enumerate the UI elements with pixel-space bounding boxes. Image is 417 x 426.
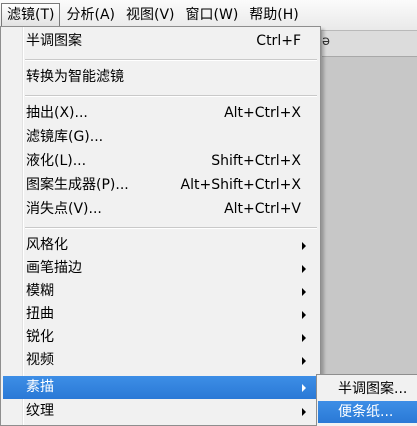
menu-item-label: 锐化 (26, 329, 54, 345)
menu-item-label: 风格化 (26, 237, 68, 253)
menu-item-sketch[interactable]: 素描 (3, 376, 318, 399)
menu-item-shortcut: Ctrl+F (256, 33, 301, 49)
menu-item-sharpen[interactable]: 锐化 (3, 326, 318, 349)
menu-item-last-filter[interactable]: 半调图案 Ctrl+F (3, 30, 318, 53)
submenu-item-label: 便条纸... (338, 404, 394, 420)
submenu-arrow-icon (302, 408, 306, 416)
menu-item-label: 转换为智能滤镜 (26, 69, 124, 85)
menu-item-liquify[interactable]: 液化(L)... Shift+Ctrl+X (3, 150, 318, 173)
menu-item-label: 图案生成器(P)... (26, 177, 129, 193)
menu-item-vanishing-point[interactable]: 消失点(V)... Alt+Ctrl+V (3, 198, 318, 221)
menu-item-label: 视频 (26, 352, 54, 368)
submenu-arrow-icon (302, 242, 306, 250)
menu-item-filter-gallery[interactable]: 滤镜库(G)... (3, 126, 318, 149)
menu-filter[interactable]: 滤镜(T) (1, 3, 61, 27)
submenu-arrow-icon (302, 334, 306, 342)
menu-window[interactable]: 窗口(W) (181, 3, 244, 27)
menu-view[interactable]: 视图(V) (121, 3, 180, 27)
filter-dropdown-menu: 半调图案 Ctrl+F 转换为智能滤镜 抽出(X)... Alt+Ctrl+X … (0, 26, 321, 426)
menu-item-label: 模糊 (26, 283, 54, 299)
menu-item-label: 消失点(V)... (26, 201, 102, 217)
menu-item-label: 半调图案 (26, 33, 82, 49)
menu-item-shortcut: Alt+Shift+Ctrl+X (180, 177, 301, 193)
menu-item-label: 素描 (26, 379, 54, 395)
menu-item-blur[interactable]: 模糊 (3, 280, 318, 303)
menu-item-convert-smart-filter[interactable]: 转换为智能滤镜 (3, 66, 318, 89)
toolbar-fragment-icon: ə (322, 34, 330, 49)
submenu-item-halftone-pattern[interactable]: 半调图案... (318, 378, 417, 400)
submenu-item-note-paper[interactable]: 便条纸... (318, 401, 417, 423)
submenu-arrow-icon (302, 357, 306, 365)
menu-separator (25, 227, 317, 229)
menu-item-label: 扭曲 (26, 306, 54, 322)
menu-help[interactable]: 帮助(H) (244, 3, 303, 27)
sketch-submenu: 半调图案... 便条纸... (316, 374, 417, 426)
submenu-arrow-icon (302, 384, 306, 392)
menu-item-shortcut: Alt+Ctrl+V (224, 201, 301, 217)
menu-item-pattern-maker[interactable]: 图案生成器(P)... Alt+Shift+Ctrl+X (3, 174, 318, 197)
menu-item-shortcut: Shift+Ctrl+X (211, 153, 301, 169)
menu-item-label: 滤镜库(G)... (26, 129, 104, 145)
menu-item-distort[interactable]: 扭曲 (3, 303, 318, 326)
menu-item-shortcut: Alt+Ctrl+X (224, 105, 301, 121)
menu-item-texture[interactable]: 纹理 (3, 400, 318, 423)
menu-separator (25, 95, 317, 97)
menu-item-label: 抽出(X)... (26, 105, 88, 121)
menu-item-brush-strokes[interactable]: 画笔描边 (3, 257, 318, 280)
menu-analysis[interactable]: 分析(A) (61, 3, 120, 27)
submenu-arrow-icon (302, 265, 306, 273)
submenu-arrow-icon (302, 311, 306, 319)
menu-item-label: 画笔描边 (26, 260, 82, 276)
menu-item-extract[interactable]: 抽出(X)... Alt+Ctrl+X (3, 102, 318, 125)
menu-item-label: 液化(L)... (26, 153, 87, 169)
menu-item-label: 纹理 (26, 403, 54, 419)
menu-item-stylize[interactable]: 风格化 (3, 234, 318, 257)
menu-item-video[interactable]: 视频 (3, 349, 318, 372)
options-bar (322, 30, 417, 57)
submenu-arrow-icon (302, 288, 306, 296)
menu-separator (25, 59, 317, 61)
submenu-item-label: 半调图案... (338, 381, 408, 397)
